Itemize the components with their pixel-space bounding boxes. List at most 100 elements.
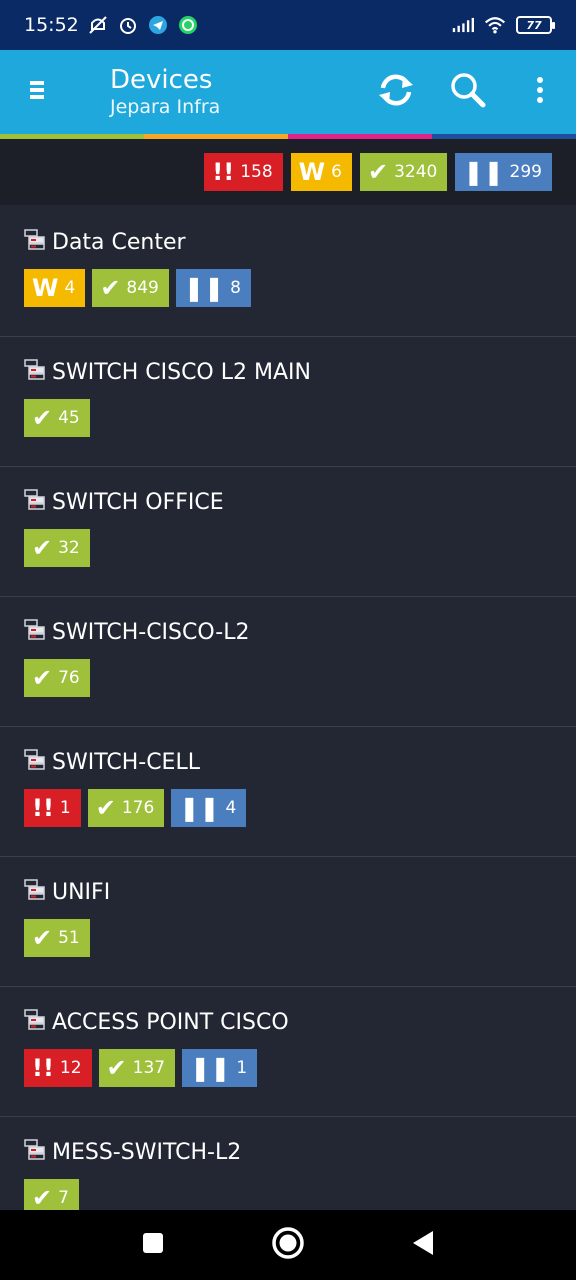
alert-icon: !!	[32, 794, 54, 822]
summary-badge-warning[interactable]: W 6	[290, 153, 352, 191]
title-block: Devices Jepara Infra	[110, 65, 220, 119]
device-list: Data Center W 4 ✔ 849 ❚❚ 8 SWITCH CISCO L2 MAIN…	[0, 207, 576, 1247]
device-group-icon	[24, 748, 46, 776]
device-badges: ✔ 45	[24, 399, 576, 437]
device-badges: !! 1 ✔ 176 ❚❚ 4	[24, 789, 576, 827]
device-header: SWITCH CISCO L2 MAIN	[24, 359, 576, 385]
badge-up[interactable]: ✔ 849	[92, 269, 169, 307]
device-name: SWITCH-CISCO-L2	[52, 619, 250, 645]
badge-paused[interactable]: ❚❚ 1	[182, 1049, 258, 1087]
summary-badge-up[interactable]: ✔ 3240	[359, 153, 448, 191]
back-triangle-icon	[411, 1230, 435, 1260]
badge-up[interactable]: ✔ 176	[87, 789, 165, 827]
badge-count: 76	[58, 668, 80, 688]
badge-count: 4	[225, 798, 237, 818]
badge-count: 158	[240, 162, 273, 182]
device-name: ACCESS POINT CISCO	[52, 1009, 289, 1035]
alarm-icon	[117, 14, 139, 36]
overflow-menu-button[interactable]	[504, 50, 576, 134]
device-list-item[interactable]: UNIFI ✔ 51	[0, 857, 576, 987]
device-badges: !! 12 ✔ 137 ❚❚ 1	[24, 1049, 576, 1087]
badge-up[interactable]: ✔ 32	[24, 529, 90, 567]
device-header: UNIFI	[24, 879, 576, 905]
check-icon: ✔	[106, 1054, 127, 1082]
badge-count: 6	[331, 162, 342, 182]
page-subtitle: Jepara Infra	[110, 96, 221, 118]
check-icon: ✔	[32, 534, 53, 562]
home-circle-icon	[271, 1226, 305, 1264]
badge-up[interactable]: ✔ 137	[98, 1049, 176, 1087]
wifi-icon	[484, 14, 506, 36]
check-icon: ✔	[95, 794, 116, 822]
status-bar: 15:52 77	[0, 0, 576, 50]
device-list-item[interactable]: SWITCH-CISCO-L2 ✔ 76	[0, 597, 576, 727]
pause-icon: ❚❚	[463, 158, 504, 186]
summary-badge-down[interactable]: !! 158	[204, 153, 283, 191]
badge-count: 3240	[394, 162, 438, 182]
device-name: SWITCH-CELL	[52, 749, 200, 775]
home-button[interactable]	[268, 1225, 308, 1265]
device-group-icon	[24, 878, 46, 906]
badge-count: 32	[58, 538, 80, 558]
check-icon: ✔	[32, 664, 53, 692]
recents-button[interactable]	[133, 1225, 173, 1265]
device-name: Data Center	[52, 229, 186, 255]
navigation-bar	[0, 1210, 576, 1280]
device-list-item[interactable]: SWITCH OFFICE ✔ 32	[0, 467, 576, 597]
search-icon	[450, 72, 486, 112]
summary-bar: !! 158 W 6 ✔ 3240 ❚❚ 299	[0, 139, 576, 205]
device-group-icon	[24, 488, 46, 516]
device-name: MESS-SWITCH-L2	[52, 1139, 242, 1165]
warning-icon: W	[298, 158, 326, 186]
badge-up[interactable]: ✔ 51	[24, 919, 90, 957]
page-title: Devices	[110, 65, 213, 95]
badge-paused[interactable]: ❚❚ 8	[175, 269, 251, 307]
badge-down[interactable]: !! 1	[24, 789, 81, 827]
badge-count: 176	[121, 798, 155, 818]
device-header: SWITCH OFFICE	[24, 489, 576, 515]
badge-up[interactable]: ✔ 45	[24, 399, 90, 437]
menu-button[interactable]	[0, 50, 78, 134]
badge-count: 45	[58, 408, 80, 428]
mute-icon	[87, 14, 109, 36]
badge-count: 1	[236, 1058, 248, 1078]
device-name: SWITCH OFFICE	[52, 489, 224, 515]
badge-down[interactable]: !! 12	[24, 1049, 92, 1087]
pause-icon: ❚❚	[190, 1054, 231, 1082]
device-group-icon	[24, 228, 46, 256]
search-button[interactable]	[432, 50, 504, 134]
whatsapp-icon	[177, 14, 199, 36]
telegram-icon	[147, 14, 169, 36]
check-icon: ✔	[32, 404, 53, 432]
badge-count: 4	[64, 278, 76, 298]
battery-level: 77	[526, 18, 542, 32]
badge-paused[interactable]: ❚❚ 4	[171, 789, 247, 827]
device-badges: W 4 ✔ 849 ❚❚ 8	[24, 269, 576, 307]
pause-icon: ❚❚	[183, 274, 225, 302]
check-icon: ✔	[100, 274, 121, 302]
badge-count: 1	[59, 798, 71, 818]
badge-count: 12	[59, 1058, 82, 1078]
pause-icon: ❚❚	[179, 794, 220, 822]
device-badges: ✔ 32	[24, 529, 576, 567]
badge-count: 849	[126, 278, 159, 298]
back-button[interactable]	[403, 1225, 443, 1265]
summary-badge-paused[interactable]: ❚❚ 299	[455, 153, 552, 191]
menu-icon	[30, 79, 48, 105]
check-icon: ✔	[32, 924, 53, 952]
refresh-button[interactable]	[360, 50, 432, 134]
device-name: SWITCH CISCO L2 MAIN	[52, 359, 311, 385]
device-list-item[interactable]: Data Center W 4 ✔ 849 ❚❚ 8	[0, 207, 576, 337]
device-list-item[interactable]: ACCESS POINT CISCO!! 12 ✔ 137 ❚❚ 1	[0, 987, 576, 1117]
badge-count: 51	[58, 928, 80, 948]
device-group-icon	[24, 1008, 46, 1036]
alert-icon: !!	[32, 1054, 54, 1082]
badge-warning[interactable]: W4	[24, 269, 86, 307]
check-icon: ✔	[32, 1184, 53, 1212]
badge-up[interactable]: ✔ 76	[24, 659, 90, 697]
more-vert-icon	[536, 77, 544, 107]
device-list-item[interactable]: SWITCH CISCO L2 MAIN ✔ 45	[0, 337, 576, 467]
device-list-item[interactable]: SWITCH-CELL!! 1 ✔ 176 ❚❚ 4	[0, 727, 576, 857]
device-name: UNIFI	[52, 879, 111, 905]
clock: 15:52	[24, 14, 79, 36]
